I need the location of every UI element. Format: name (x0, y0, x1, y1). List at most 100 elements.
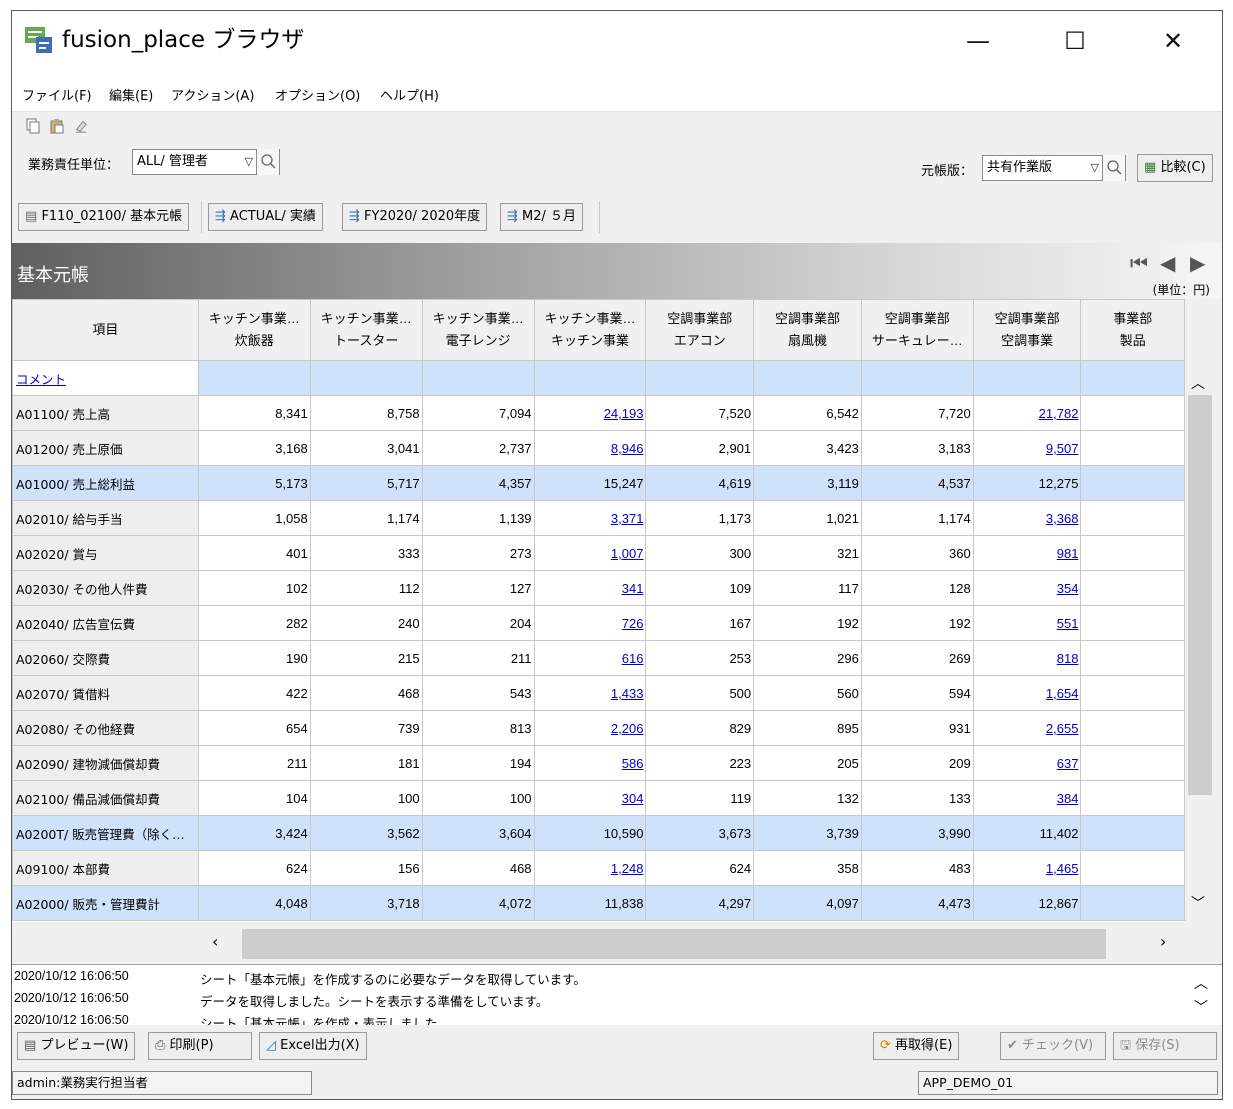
drilldown-link[interactable]: 586 (622, 756, 644, 771)
table-cell[interactable]: 15,247 (533, 465, 647, 501)
table-cell[interactable]: 2,655 (972, 710, 1082, 746)
table-cell[interactable]: 296 (753, 640, 862, 676)
drilldown-link[interactable]: 818 (1057, 651, 1079, 666)
column-header[interactable]: 事業部 製品 (1080, 299, 1185, 361)
table-cell[interactable]: 4,619 (645, 465, 755, 501)
crumb-scenario[interactable]: ⇶ ACTUAL/ 実績 (208, 203, 323, 231)
drilldown-link[interactable]: 726 (622, 616, 644, 631)
table-cell[interactable]: 3,562 (309, 815, 423, 851)
prev-page-icon[interactable]: ◀ (1160, 251, 1175, 275)
table-cell[interactable]: 1,021 (753, 500, 862, 536)
column-header[interactable]: 空調事業部 空調事業 (972, 299, 1082, 361)
drilldown-link[interactable]: 637 (1057, 756, 1079, 771)
table-cell[interactable]: 205 (753, 745, 862, 781)
table-cell[interactable]: 209 (860, 745, 974, 781)
table-cell[interactable]: 4,072 (421, 885, 535, 921)
drilldown-link[interactable]: 341 (622, 581, 644, 596)
menu-option[interactable]: オプション(O) (275, 85, 360, 104)
drilldown-link[interactable]: 1,654 (1046, 686, 1079, 701)
table-cell[interactable]: 3,368 (972, 500, 1082, 536)
table-cell[interactable]: 12,867 (972, 885, 1082, 921)
table-cell[interactable]: 8,758 (309, 395, 423, 431)
table-cell[interactable]: 3,604 (421, 815, 535, 851)
table-cell[interactable]: 1,248 (533, 850, 647, 886)
table-cell[interactable]: 7,520 (645, 395, 755, 431)
drilldown-link[interactable]: 3,368 (1046, 511, 1079, 526)
table-cell[interactable]: 3,423 (753, 430, 862, 466)
save-button[interactable]: 🖫 保存(S) (1113, 1032, 1217, 1060)
table-cell[interactable] (1080, 500, 1185, 536)
table-cell[interactable] (1080, 710, 1185, 746)
crumb-year[interactable]: ⇶ FY2020/ 2020年度 (342, 203, 488, 231)
table-cell[interactable]: 128 (860, 570, 974, 606)
table-cell[interactable]: 358 (753, 850, 862, 886)
table-cell[interactable]: 7,720 (860, 395, 974, 431)
table-cell[interactable]: 624 (645, 850, 755, 886)
comment-cell[interactable] (197, 360, 311, 396)
comment-cell[interactable] (309, 360, 423, 396)
table-cell[interactable]: 3,424 (197, 815, 311, 851)
menu-help[interactable]: ヘルプ(H) (380, 85, 439, 104)
table-cell[interactable]: 102 (197, 570, 311, 606)
comment-cell[interactable] (645, 360, 755, 396)
table-cell[interactable]: 1,139 (421, 500, 535, 536)
table-cell[interactable]: 1,174 (309, 500, 423, 536)
table-cell[interactable] (1080, 780, 1185, 816)
drilldown-link[interactable]: 616 (622, 651, 644, 666)
table-cell[interactable]: 586 (533, 745, 647, 781)
table-cell[interactable] (1080, 605, 1185, 641)
table-cell[interactable]: 133 (860, 780, 974, 816)
vertical-scroll-thumb[interactable] (1188, 395, 1212, 795)
table-cell[interactable]: 468 (421, 850, 535, 886)
horizontal-scrollbar[interactable]: ‹ › (12, 922, 1212, 962)
eraser-icon[interactable] (74, 118, 88, 134)
table-cell[interactable]: 3,739 (753, 815, 862, 851)
table-cell[interactable]: 190 (197, 640, 311, 676)
comment-cell[interactable] (972, 360, 1082, 396)
column-header[interactable]: 空調事業部 扇風機 (753, 299, 862, 361)
table-cell[interactable]: 829 (645, 710, 755, 746)
table-cell[interactable] (1080, 640, 1185, 676)
table-cell[interactable]: 3,673 (645, 815, 755, 851)
maximize-button[interactable]: ☐ (1045, 21, 1105, 61)
drilldown-link[interactable]: 551 (1057, 616, 1079, 631)
table-cell[interactable]: 7,094 (421, 395, 535, 431)
table-cell[interactable]: 483 (860, 850, 974, 886)
table-cell[interactable] (1080, 885, 1185, 921)
preview-button[interactable]: ▤ プレビュー(W) (17, 1032, 136, 1060)
menu-file[interactable]: ファイル(F) (22, 85, 92, 104)
search-icon[interactable] (256, 149, 279, 175)
table-cell[interactable]: 211 (421, 640, 535, 676)
table-cell[interactable]: 100 (309, 780, 423, 816)
table-cell[interactable]: 3,168 (197, 430, 311, 466)
table-cell[interactable]: 1,654 (972, 675, 1082, 711)
table-cell[interactable]: 5,717 (309, 465, 423, 501)
drilldown-link[interactable]: 1,248 (611, 861, 644, 876)
table-cell[interactable]: 8,341 (197, 395, 311, 431)
table-cell[interactable]: 2,206 (533, 710, 647, 746)
drilldown-link[interactable]: 1,007 (611, 546, 644, 561)
comment-link[interactable]: コメント (12, 360, 199, 396)
table-cell[interactable]: 269 (860, 640, 974, 676)
table-cell[interactable] (1080, 465, 1185, 501)
drilldown-link[interactable]: 9,507 (1046, 441, 1079, 456)
drilldown-link[interactable]: 981 (1057, 546, 1079, 561)
table-cell[interactable]: 4,473 (860, 885, 974, 921)
table-cell[interactable]: 12,275 (972, 465, 1082, 501)
comment-link-text[interactable]: コメント (16, 372, 66, 387)
table-cell[interactable]: 981 (972, 535, 1082, 571)
table-cell[interactable]: 1,433 (533, 675, 647, 711)
log-scroll-up-icon[interactable]: ︿ (1194, 973, 1208, 993)
table-cell[interactable]: 4,357 (421, 465, 535, 501)
log-scroll-down-icon[interactable]: ﹀ (1194, 997, 1208, 1017)
drilldown-link[interactable]: 1,433 (611, 686, 644, 701)
horizontal-scroll-thumb[interactable] (242, 929, 1106, 959)
close-button[interactable]: ✕ (1143, 21, 1203, 61)
table-cell[interactable]: 1,173 (645, 500, 755, 536)
table-cell[interactable]: 500 (645, 675, 755, 711)
table-cell[interactable]: 4,537 (860, 465, 974, 501)
table-cell[interactable]: 104 (197, 780, 311, 816)
table-cell[interactable]: 1,174 (860, 500, 974, 536)
table-cell[interactable]: 3,718 (309, 885, 423, 921)
table-cell[interactable]: 401 (197, 535, 311, 571)
